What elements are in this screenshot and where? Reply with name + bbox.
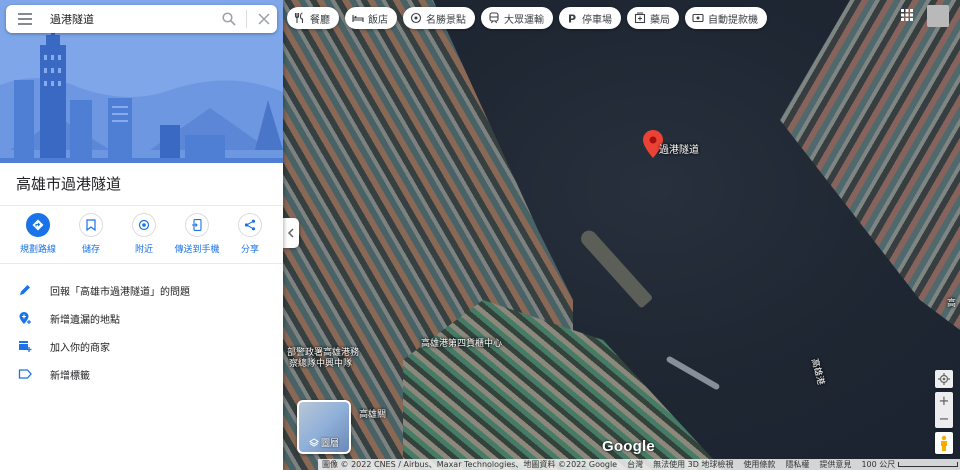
search-box[interactable]: 過港隧道 — [6, 5, 277, 33]
clear-search-button[interactable] — [251, 13, 277, 25]
search-divider — [246, 10, 247, 28]
my-location-button[interactable] — [935, 370, 953, 388]
nearby-icon — [138, 219, 150, 231]
hamburger-menu-icon — [18, 13, 32, 25]
map-attribution-bar: 圖像 © 2022 CNES / Airbus、Maxar Technologi… — [318, 459, 960, 470]
chip-hotel[interactable]: 飯店 — [345, 7, 397, 29]
map-scale[interactable]: 100 公尺 — [861, 459, 959, 470]
pegman-icon — [941, 435, 947, 451]
account-avatar[interactable] — [927, 5, 949, 27]
menu-item-label: 加入你的商家 — [50, 342, 110, 354]
attribution-terms[interactable]: 使用條款 — [743, 459, 775, 470]
chip-parking[interactable]: P 停車場 — [559, 7, 621, 29]
send-to-phone-icon — [192, 219, 202, 231]
chip-label: 大眾運輸 — [504, 14, 544, 26]
chip-attractions[interactable]: 名勝景點 — [403, 7, 475, 29]
save-button[interactable]: 儲存 — [67, 213, 115, 255]
apps-grid-icon[interactable] — [901, 9, 913, 21]
menu-item-label: 新增標籤 — [50, 370, 90, 382]
menu-item-label: 新增遺漏的地點 — [50, 314, 120, 326]
attribution-3d[interactable]: 無法使用 3D 地球檢視 — [653, 459, 733, 470]
scale-bar — [898, 462, 959, 467]
divider — [0, 205, 283, 206]
place-menu-list: 回報「高雄市過港隧道」的問題 新增遺漏的地點 加入你的商家 新增標籤 — [0, 276, 283, 388]
bookmark-icon — [86, 219, 96, 231]
place-title: 高雄市過港隧道 — [16, 175, 122, 193]
zoom-out-button[interactable]: − — [935, 410, 953, 428]
attractions-icon — [410, 12, 422, 24]
send-to-phone-button[interactable]: 傳送到手機 — [173, 213, 221, 255]
nearby-label: 附近 — [134, 245, 153, 255]
chip-atm[interactable]: 自動提款機 — [685, 7, 767, 29]
menu-item-report-problem[interactable]: 回報「高雄市過港隧道」的問題 — [0, 276, 283, 304]
attribution-region[interactable]: 台灣 — [627, 459, 643, 470]
google-logo: Google — [602, 438, 655, 455]
chip-label: 名勝景點 — [426, 14, 466, 26]
search-input[interactable]: 過港隧道 — [44, 11, 216, 27]
divider — [0, 263, 283, 264]
chip-pharmacy[interactable]: 藥局 — [627, 7, 679, 29]
send-to-phone-label: 傳送到手機 — [174, 245, 220, 255]
street-view-pegman[interactable] — [935, 432, 953, 454]
share-icon — [244, 219, 256, 231]
add-business-icon — [19, 341, 32, 352]
chip-restaurant[interactable]: 餐廳 — [287, 7, 339, 29]
menu-item-add-missing-place[interactable]: 新增遺漏的地點 — [0, 304, 283, 332]
map-label-right-edge: 高 — [947, 299, 957, 309]
map-label-customs: 高雄關 — [359, 410, 387, 420]
pharmacy-icon — [634, 12, 646, 24]
layers-icon — [309, 437, 319, 447]
chip-label: 飯店 — [368, 14, 388, 26]
map-controls: + − — [935, 370, 953, 454]
chip-label: 停車場 — [582, 14, 612, 26]
directions-icon — [32, 219, 44, 231]
category-chips: 餐廳 飯店 名勝景點 大眾運輸 P 停車場 藥局 自動提款機 — [287, 7, 767, 29]
nearby-button[interactable]: 附近 — [120, 213, 168, 255]
directions-label: 規劃路線 — [19, 245, 56, 255]
zoom-in-button[interactable]: + — [935, 392, 953, 410]
chip-label: 自動提款機 — [708, 14, 758, 26]
share-button[interactable]: 分享 — [226, 213, 274, 255]
map-label-cargo-center: 高雄港第四貨櫃中心 — [421, 339, 503, 349]
edit-pencil-icon — [20, 285, 30, 295]
close-icon — [258, 13, 270, 25]
share-label: 分享 — [240, 245, 259, 255]
map-canvas[interactable]: 過港隧道 高雄港第四貨櫃中心 部警政署高雄港務 察總隊中興中隊 高雄港 高雄關 … — [283, 0, 960, 470]
attribution-privacy[interactable]: 隱私權 — [785, 459, 809, 470]
restaurant-icon — [294, 12, 304, 23]
collapse-panel-button[interactable] — [283, 218, 299, 248]
place-actions: 規劃路線 儲存 附近 傳送到手機 分享 — [14, 213, 274, 255]
attribution-imagery: 圖像 © 2022 CNES / Airbus、Maxar Technologi… — [322, 460, 618, 469]
transit-icon — [489, 12, 499, 24]
menu-item-label: 回報「高雄市過港隧道」的問題 — [50, 286, 190, 298]
my-location-icon — [938, 373, 950, 385]
menu-item-add-label[interactable]: 新增標籤 — [0, 360, 283, 388]
save-label: 儲存 — [81, 245, 100, 255]
menu-button[interactable] — [6, 13, 44, 25]
chip-label: 餐廳 — [310, 14, 330, 26]
map-label-police-2: 察總隊中興中隊 — [289, 359, 353, 369]
search-icon — [222, 12, 236, 26]
attribution-feedback[interactable]: 提供意見 — [819, 459, 851, 470]
place-panel: 過港隧道 高雄市過港隧道 規劃路線 儲存 附近 傳送到手機 分享 回報「高雄市過… — [0, 0, 283, 470]
parking-icon: P — [568, 13, 576, 25]
chip-label: 藥局 — [650, 14, 670, 26]
layers-button[interactable]: 圖層 — [297, 400, 351, 454]
scale-label: 100 公尺 — [861, 460, 896, 469]
menu-item-add-business[interactable]: 加入你的商家 — [0, 332, 283, 360]
atm-icon — [692, 13, 704, 23]
layers-label: 圖層 — [320, 439, 339, 449]
marker-label[interactable]: 過港隧道 — [659, 141, 699, 156]
chevron-left-icon — [287, 228, 294, 238]
label-icon — [18, 369, 32, 379]
search-button[interactable] — [216, 12, 242, 26]
add-location-icon — [19, 312, 31, 324]
chip-transit[interactable]: 大眾運輸 — [481, 7, 553, 29]
svg-text:P: P — [568, 13, 576, 25]
hotel-icon — [352, 15, 364, 22]
directions-button[interactable]: 規劃路線 — [14, 213, 62, 255]
